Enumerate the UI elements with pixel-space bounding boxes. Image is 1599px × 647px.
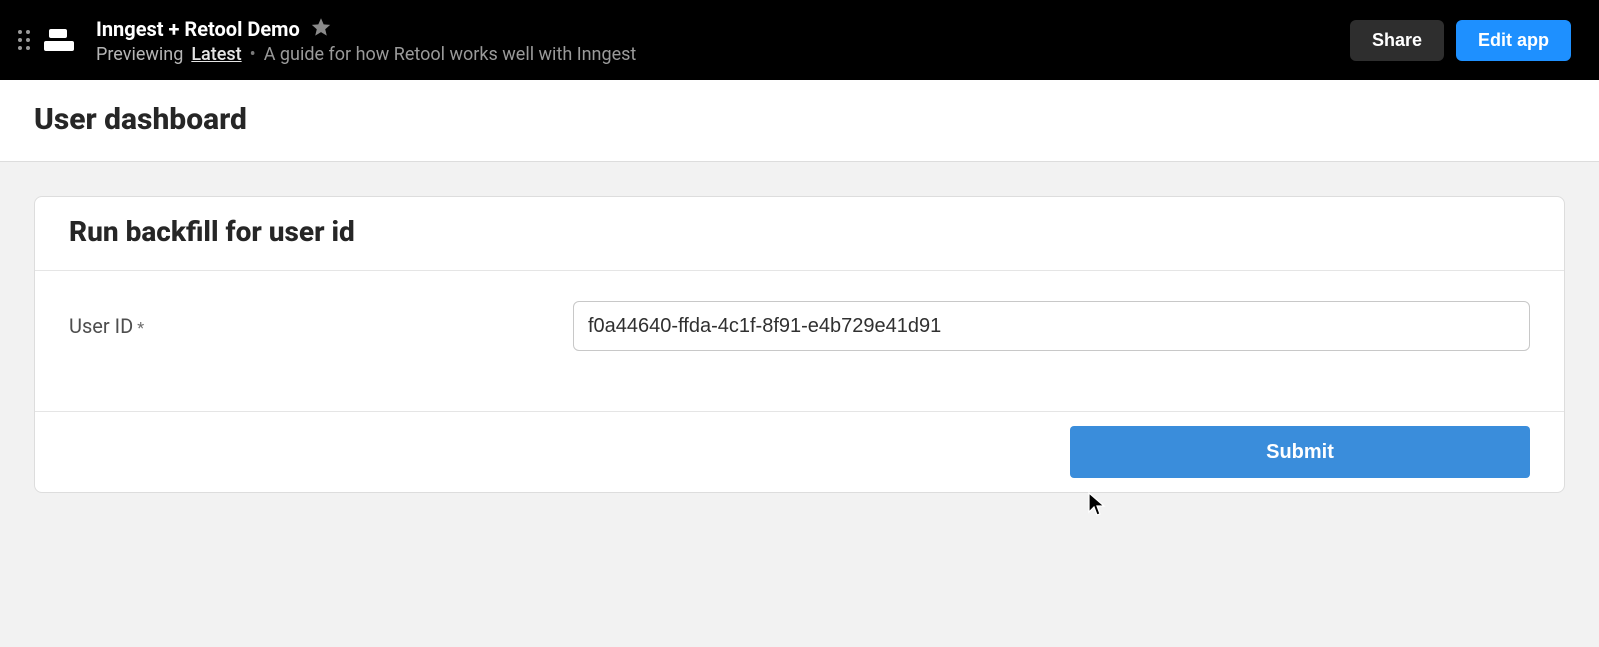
top-bar-right: Share Edit app [1350, 20, 1571, 61]
share-button[interactable]: Share [1350, 20, 1444, 61]
card-footer: Submit [35, 411, 1564, 492]
card-header: Run backfill for user id [35, 197, 1564, 271]
separator-dot: • [250, 44, 256, 65]
page-title: User dashboard [34, 102, 1565, 137]
page-header: User dashboard [0, 80, 1599, 162]
star-icon[interactable] [310, 16, 332, 42]
backfill-form-card: Run backfill for user id User ID * Submi… [34, 196, 1565, 493]
content-area: Run backfill for user id User ID * Submi… [0, 162, 1599, 527]
app-title: Inngest + Retool Demo [96, 17, 300, 41]
card-title: Run backfill for user id [69, 215, 1530, 248]
drag-handle-icon[interactable] [18, 30, 30, 50]
version-link[interactable]: Latest [191, 44, 241, 65]
edit-app-button[interactable]: Edit app [1456, 20, 1571, 61]
app-title-area: Inngest + Retool Demo Previewing Latest … [96, 16, 636, 65]
retool-logo-icon [44, 24, 76, 56]
app-description: A guide for how Retool works well with I… [264, 44, 637, 65]
submit-button[interactable]: Submit [1070, 426, 1530, 478]
user-id-input[interactable] [573, 301, 1530, 351]
top-bar-left: Inngest + Retool Demo Previewing Latest … [18, 16, 636, 65]
card-body: User ID * [35, 271, 1564, 411]
required-asterisk: * [137, 318, 144, 337]
user-id-label: User ID [69, 314, 133, 338]
previewing-label: Previewing [96, 44, 183, 65]
top-bar: Inngest + Retool Demo Previewing Latest … [0, 0, 1599, 80]
user-id-row: User ID * [69, 301, 1530, 351]
